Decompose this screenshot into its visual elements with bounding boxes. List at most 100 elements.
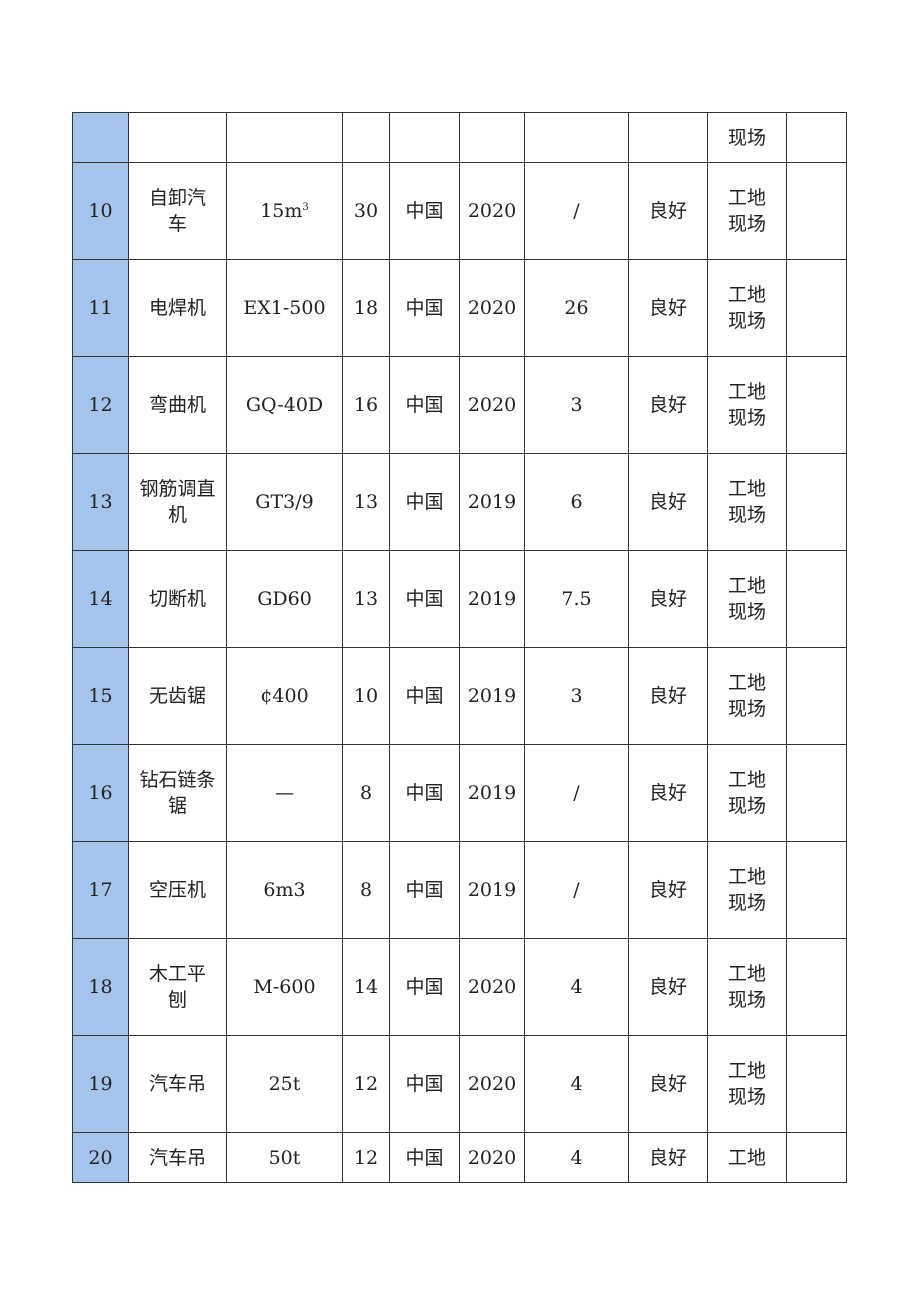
cell-origin: 中国	[389, 162, 460, 260]
cell-quantity	[342, 112, 390, 163]
cell-model: 25t	[226, 1035, 343, 1133]
cell-number: 20	[72, 1132, 129, 1183]
cell-name-line: 汽车吊	[148, 1146, 206, 1169]
cell-number: 17	[72, 841, 129, 939]
cell-location-line: 工地	[727, 478, 766, 500]
cell-quantity: 14	[342, 938, 390, 1036]
cell-number: 18	[72, 938, 129, 1036]
cell-number: 15	[72, 647, 129, 745]
cell-location-line: 现场	[727, 310, 766, 332]
cell-condition: 良好	[628, 1035, 708, 1133]
cell-location-line: 工地	[727, 575, 766, 597]
cell-year: 2019	[459, 841, 525, 939]
cell-model-superscript: 3	[302, 202, 309, 213]
cell-power: /	[524, 162, 629, 260]
cell-quantity: 16	[342, 356, 390, 454]
cell-remark	[786, 356, 847, 454]
cell-power: 3	[524, 356, 629, 454]
cell-origin: 中国	[389, 841, 460, 939]
cell-condition: 良好	[628, 647, 708, 745]
cell-model-text: ¢400	[260, 685, 309, 707]
cell-power: 7.5	[524, 550, 629, 648]
cell-power: /	[524, 744, 629, 842]
cell-model: —	[226, 744, 343, 842]
cell-remark	[786, 938, 847, 1036]
cell-number: 13	[72, 453, 129, 551]
cell-model: EX1-500	[226, 259, 343, 357]
cell-name: 自卸汽车	[128, 162, 227, 260]
cell-location-line: 工地	[727, 1146, 766, 1169]
cell-location: 工地 现场	[707, 647, 787, 745]
cell-name-line: 车	[167, 213, 187, 235]
cell-quantity: 8	[342, 744, 390, 842]
cell-model: ¢400	[226, 647, 343, 745]
cell-name: 无齿锯	[128, 647, 227, 745]
cell-location: 工地 现场	[707, 938, 787, 1036]
table-row: 19 汽车吊 25t 12 中国 2020 4 良好 工地 现场	[72, 1035, 847, 1133]
cell-remark	[786, 550, 847, 648]
cell-location-line: 现场	[727, 892, 766, 914]
cell-origin: 中国	[389, 550, 460, 648]
cell-model-text: 15m	[260, 200, 303, 222]
cell-condition: 良好	[628, 550, 708, 648]
cell-location-line: 现场	[727, 1086, 766, 1108]
cell-condition: 良好	[628, 259, 708, 357]
cell-model-text: —	[275, 782, 294, 804]
cell-name-line: 机	[167, 504, 187, 526]
cell-location: 工地 现场	[707, 744, 787, 842]
cell-origin: 中国	[389, 1035, 460, 1133]
cell-remark	[786, 647, 847, 745]
cell-model-text: 25t	[268, 1073, 301, 1095]
equipment-table-body: 现场 10 自卸汽车 15m3 30 中国 2020/良好 工地 现场 11 电焊机 EX1-500…	[72, 112, 847, 1183]
cell-power: /	[524, 841, 629, 939]
cell-model-text: GD60	[257, 588, 312, 610]
cell-year: 2020	[459, 259, 525, 357]
cell-location-line: 现场	[727, 407, 766, 429]
cell-location: 工地 现场	[707, 162, 787, 260]
cell-location-line: 工地	[727, 866, 766, 888]
cell-location-line: 工地	[727, 1060, 766, 1082]
cell-model-text: 6m3	[263, 879, 306, 901]
cell-name-line: 刨	[167, 989, 187, 1011]
cell-remark	[786, 1035, 847, 1133]
cell-location-line: 工地	[727, 187, 766, 209]
cell-origin: 中国	[389, 453, 460, 551]
cell-power: 6	[524, 453, 629, 551]
cell-number: 10	[72, 162, 129, 260]
cell-location-line: 现场	[727, 698, 766, 720]
cell-location: 工地 现场	[707, 841, 787, 939]
cell-model: M-600	[226, 938, 343, 1036]
cell-location-line: 现场	[727, 601, 766, 623]
table-row: 16 钻石链条锯 —8 中国 2019/良好 工地 现场	[72, 744, 847, 842]
cell-quantity: 12	[342, 1035, 390, 1133]
cell-location: 工地 现场	[707, 453, 787, 551]
cell-location-line: 工地	[727, 381, 766, 403]
cell-year: 2020	[459, 1132, 525, 1183]
cell-power	[524, 112, 629, 163]
cell-name: 钻石链条锯	[128, 744, 227, 842]
cell-location-line: 工地	[727, 672, 766, 694]
table-row: 12 弯曲机 GQ-40D 16 中国 2020 3 良好 工地 现场	[72, 356, 847, 454]
cell-quantity: 10	[342, 647, 390, 745]
cell-name-line: 空压机	[148, 879, 206, 901]
cell-model-text: GT3/9	[255, 491, 314, 513]
cell-year: 2020	[459, 1035, 525, 1133]
cell-condition: 良好	[628, 162, 708, 260]
cell-origin	[389, 112, 460, 163]
cell-quantity: 30	[342, 162, 390, 260]
cell-model-text: EX1-500	[243, 297, 326, 319]
cell-power: 26	[524, 259, 629, 357]
cell-number: 11	[72, 259, 129, 357]
cell-number: 16	[72, 744, 129, 842]
cell-remark	[786, 1132, 847, 1183]
cell-name-line: 自卸汽	[148, 187, 206, 209]
cell-quantity: 13	[342, 550, 390, 648]
cell-remark	[786, 112, 847, 163]
cell-model: GD60	[226, 550, 343, 648]
cell-year: 2019	[459, 647, 525, 745]
cell-name-line: 木工平	[148, 963, 206, 985]
cell-model: 15m3	[226, 162, 343, 260]
cell-name-line: 切断机	[148, 588, 206, 610]
cell-power: 4	[524, 1035, 629, 1133]
cell-location-line: 现场	[727, 213, 766, 235]
